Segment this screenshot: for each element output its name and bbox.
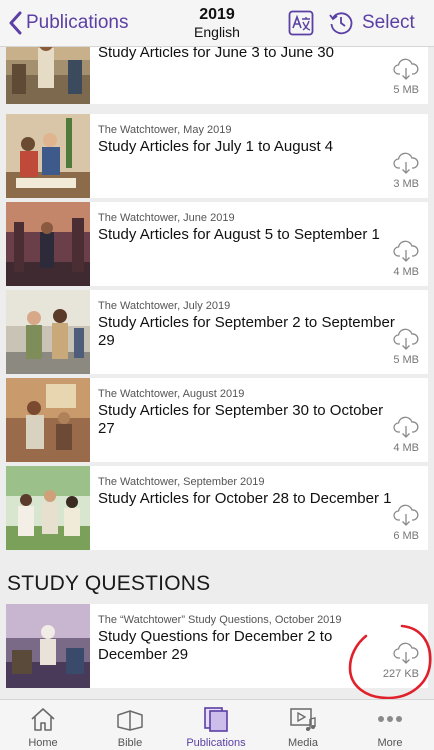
tab-publications[interactable]: Publications <box>173 700 259 750</box>
nav-bar: Publications 2019 English Select <box>0 0 434 47</box>
file-size: 227 KB <box>382 668 419 680</box>
bible-icon <box>117 710 143 731</box>
tab-bible[interactable]: Bible <box>87 700 173 750</box>
more-icon <box>378 716 402 722</box>
media-icon <box>290 708 316 731</box>
tab-media[interactable]: Media <box>260 700 346 750</box>
list-item[interactable]: The “Watchtower” Study Questions, Octobe… <box>6 604 428 688</box>
file-size: 6 MB <box>393 530 419 542</box>
publications-icon <box>204 707 228 732</box>
section-header-study-questions: STUDY QUESTIONS <box>7 572 211 595</box>
cloud-download-icon[interactable] <box>393 152 419 174</box>
cover-image <box>6 202 90 286</box>
cover-image <box>6 290 90 374</box>
tab-label: Home <box>28 737 58 749</box>
cloud-download-icon[interactable] <box>393 504 419 526</box>
tab-more[interactable]: More <box>347 700 433 750</box>
item-subtitle: The Watchtower, May 2019 <box>98 124 232 136</box>
list-item[interactable]: The Watchtower, July 2019 Study Articles… <box>6 290 428 374</box>
file-size: 4 MB <box>393 266 419 278</box>
cover-image <box>6 114 90 198</box>
chevron-left-icon <box>9 11 22 35</box>
item-subtitle: The Watchtower, July 2019 <box>98 300 231 312</box>
cloud-download-icon[interactable] <box>393 416 419 438</box>
tab-label: Bible <box>117 737 143 749</box>
item-subtitle: The Watchtower, June 2019 <box>98 212 235 224</box>
item-title: Study Questions for December 2 to Decemb… <box>98 628 333 663</box>
select-button[interactable]: Select <box>362 12 415 34</box>
list-item[interactable]: The Watchtower, September 2019 Study Art… <box>6 466 428 550</box>
list-item[interactable]: The Watchtower, August 2019 Study Articl… <box>6 378 428 462</box>
tab-label: Media <box>288 737 318 749</box>
back-button-label: Publications <box>26 12 129 33</box>
language-icon[interactable] <box>288 10 314 36</box>
file-size: 5 MB <box>393 354 419 366</box>
publication-list[interactable]: Study Articles for June 3 to June 30 5 M… <box>0 47 434 699</box>
list-item[interactable]: The Watchtower, May 2019 Study Articles … <box>6 114 428 198</box>
cloud-download-icon[interactable] <box>393 328 419 350</box>
back-button[interactable]: Publications <box>8 9 128 37</box>
item-subtitle: The Watchtower, September 2019 <box>98 476 265 488</box>
file-size: 5 MB <box>393 84 419 96</box>
item-title: Study Articles for September 2 to Septem… <box>98 314 395 349</box>
item-title: Study Articles for June 3 to June 30 <box>98 47 334 61</box>
home-icon <box>31 708 55 731</box>
cloud-download-icon[interactable] <box>393 58 419 80</box>
item-title: Study Articles for September 30 to Octob… <box>98 402 384 437</box>
cover-image <box>6 47 90 104</box>
item-title: Study Articles for July 1 to August 4 <box>98 138 334 155</box>
item-subtitle: The “Watchtower” Study Questions, Octobe… <box>98 614 342 626</box>
list-item[interactable]: The Watchtower, June 2019 Study Articles… <box>6 202 428 286</box>
item-title: Study Articles for August 5 to September… <box>98 226 380 243</box>
item-title: Study Articles for October 28 to Decembe… <box>98 490 392 507</box>
cloud-download-icon[interactable] <box>393 240 419 262</box>
tab-bar: Home Bible Publications Media More <box>0 699 434 750</box>
tab-home[interactable]: Home <box>0 700 86 750</box>
tab-label: Publications <box>186 737 246 749</box>
cover-image <box>6 378 90 462</box>
cloud-download-icon[interactable] <box>393 642 419 664</box>
tab-label: More <box>377 737 403 749</box>
list-item[interactable]: Study Articles for June 3 to June 30 5 M… <box>6 47 428 104</box>
cover-image <box>6 604 90 688</box>
file-size: 4 MB <box>393 442 419 454</box>
history-icon[interactable] <box>328 10 354 36</box>
cover-image <box>6 466 90 550</box>
item-subtitle: The Watchtower, August 2019 <box>98 388 245 400</box>
file-size: 3 MB <box>393 178 419 190</box>
